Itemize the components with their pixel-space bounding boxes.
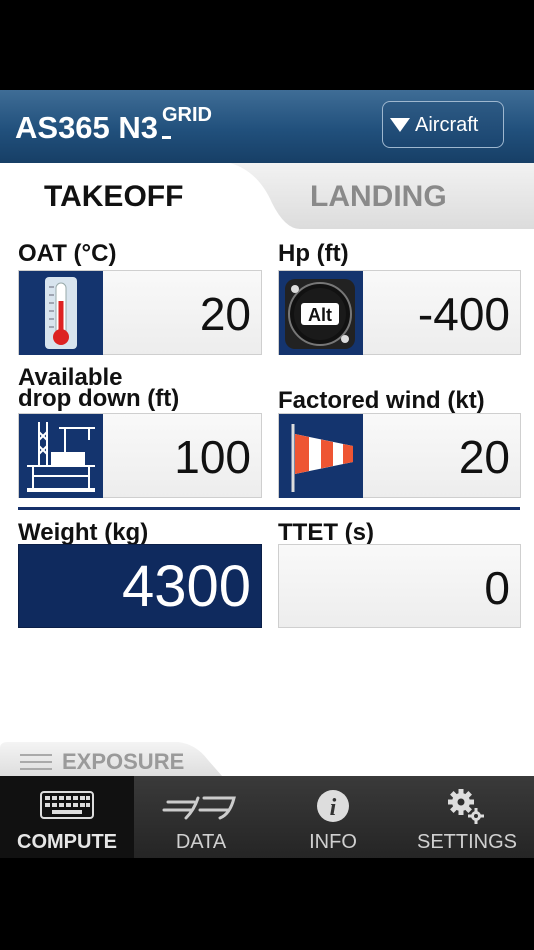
hp-label: Hp (ft) bbox=[278, 240, 349, 267]
tab-data[interactable]: DATA bbox=[134, 776, 268, 858]
svg-text:i: i bbox=[330, 795, 337, 821]
wind-label: Factored wind (kt) bbox=[278, 387, 485, 414]
aircraft-button-label: Aircraft bbox=[415, 114, 479, 136]
tab-settings[interactable]: SETTINGS bbox=[400, 776, 534, 858]
wind-value: 20 bbox=[458, 431, 510, 483]
wind-field[interactable]: 20 bbox=[278, 413, 521, 498]
dropdown-triangle-icon bbox=[390, 118, 410, 132]
oil-rig-icon bbox=[19, 414, 103, 498]
section-divider bbox=[18, 507, 520, 510]
tab-settings-label: SETTINGS bbox=[416, 831, 517, 853]
svg-text:Alt: Alt bbox=[308, 305, 332, 325]
app-header: AS365 N3 GRID Aircraft bbox=[0, 90, 534, 163]
thermometer-icon bbox=[19, 271, 103, 355]
altimeter-icon: Alt bbox=[279, 271, 363, 355]
weight-value: 4300 bbox=[121, 554, 251, 619]
weight-field[interactable]: 4300 bbox=[18, 544, 262, 628]
ttet-field[interactable]: 0 bbox=[278, 544, 521, 628]
weight-label: Weight (kg) bbox=[18, 519, 149, 546]
app-screen: AS365 N3 GRID Aircraft TAKEOFF LANDING O… bbox=[0, 90, 534, 858]
tab-compute[interactable]: COMPUTE bbox=[0, 776, 134, 858]
title-underscore bbox=[162, 136, 171, 139]
oat-label: OAT (°C) bbox=[18, 240, 117, 267]
drop-label-line2: drop down (ft) bbox=[18, 385, 180, 412]
exposure-label: EXPOSURE bbox=[62, 749, 185, 774]
oat-value: 20 bbox=[199, 288, 251, 340]
hp-value: -400 bbox=[417, 288, 510, 340]
gear-icon bbox=[400, 788, 534, 824]
aircraft-variant: GRID bbox=[162, 104, 212, 126]
aircraft-button[interactable]: Aircraft bbox=[382, 101, 504, 148]
oat-field[interactable]: 20 bbox=[18, 270, 262, 355]
aircraft-title: AS365 N3 bbox=[15, 110, 159, 145]
data-icon bbox=[134, 788, 268, 824]
tab-takeoff[interactable]: TAKEOFF bbox=[44, 180, 183, 214]
hp-field[interactable]: Alt -400 bbox=[278, 270, 521, 355]
info-icon: i bbox=[266, 788, 400, 824]
keyboard-icon bbox=[0, 788, 134, 824]
tab-landing[interactable]: LANDING bbox=[310, 180, 447, 214]
tab-info[interactable]: i INFO bbox=[266, 776, 400, 858]
bottom-tab-bar: COMPUTE DATA i INFO SETTINGS bbox=[0, 776, 534, 858]
windsock-icon bbox=[279, 414, 363, 498]
takeoff-landing-tabs: TAKEOFF LANDING bbox=[0, 163, 534, 229]
tab-info-label: INFO bbox=[309, 831, 357, 853]
ttet-value: 0 bbox=[484, 562, 510, 614]
tab-compute-label: COMPUTE bbox=[17, 831, 117, 853]
drop-down-field[interactable]: 100 bbox=[18, 413, 262, 498]
tab-data-label: DATA bbox=[175, 831, 227, 853]
drop-down-value: 100 bbox=[174, 431, 251, 483]
ttet-label: TTET (s) bbox=[278, 519, 374, 546]
